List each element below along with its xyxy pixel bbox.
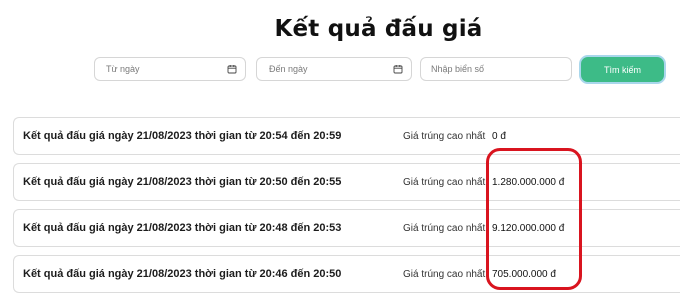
result-row[interactable]: Kết quả đấu giá ngày 21/08/2023 thời gia… <box>13 117 680 155</box>
plate-number-input[interactable]: Nhập biển số <box>420 57 572 81</box>
date-to-field[interactable]: Đến ngày <box>256 57 412 81</box>
date-from-field[interactable]: Từ ngày <box>94 57 246 81</box>
result-title: Kết quả đấu giá ngày 21/08/2023 thời gia… <box>23 222 342 234</box>
highest-price-label: Giá trúng cao nhất <box>403 222 486 234</box>
page-title: Kết quả đấu giá <box>274 16 483 42</box>
result-row[interactable]: Kết quả đấu giá ngày 21/08/2023 thời gia… <box>13 163 680 201</box>
result-row[interactable]: Kết quả đấu giá ngày 21/08/2023 thời gia… <box>13 209 680 247</box>
highest-price-value: 705.000.000 đ <box>491 256 556 292</box>
date-from-placeholder: Từ ngày <box>106 64 140 74</box>
highest-price-value: 0 đ <box>491 118 506 154</box>
search-button[interactable]: Tìm kiếm <box>579 55 666 84</box>
highest-price-label: Giá trúng cao nhất <box>403 268 486 280</box>
plate-number-placeholder: Nhập biển số <box>431 64 485 74</box>
result-title: Kết quả đấu giá ngày 21/08/2023 thời gia… <box>23 176 342 188</box>
highest-price-value: 1.280.000.000 đ <box>491 164 565 200</box>
result-row[interactable]: Kết quả đấu giá ngày 21/08/2023 thời gia… <box>13 255 680 293</box>
result-title: Kết quả đấu giá ngày 21/08/2023 thời gia… <box>23 130 342 142</box>
highest-price-label: Giá trúng cao nhất <box>403 176 486 188</box>
result-title: Kết quả đấu giá ngày 21/08/2023 thời gia… <box>23 268 342 280</box>
date-to-placeholder: Đến ngày <box>269 64 308 74</box>
calendar-icon[interactable] <box>393 64 403 74</box>
highest-price-value: 9.120.000.000 đ <box>491 210 565 246</box>
calendar-icon[interactable] <box>227 64 237 74</box>
highest-price-label: Giá trúng cao nhất <box>403 130 486 142</box>
